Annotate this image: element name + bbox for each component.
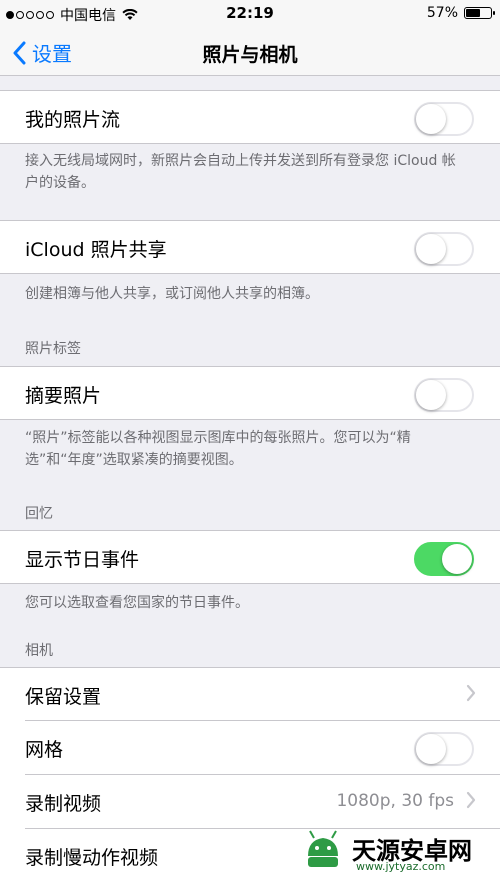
icloud-sharing-toggle[interactable] <box>414 232 474 266</box>
navigation-bar: 设置 照片与相机 <box>0 28 500 76</box>
page-title: 照片与相机 <box>202 44 298 66</box>
record-video-row[interactable]: 录制视频 1080p, 30 fps <box>0 775 500 829</box>
battery-icon <box>464 7 495 19</box>
record-video-value: 1080p, 30 fps <box>336 791 454 811</box>
summary-photos-label: 摘要照片 <box>25 385 102 407</box>
toggle-knob <box>416 734 446 764</box>
record-video-label: 录制视频 <box>25 793 102 815</box>
preserve-settings-label: 保留设置 <box>25 686 102 708</box>
grid-toggle[interactable] <box>414 732 474 766</box>
summary-photos-toggle[interactable] <box>414 378 474 412</box>
toggle-knob <box>416 104 446 134</box>
camera-header: 相机 <box>25 643 53 659</box>
status-right: 57% <box>426 5 495 21</box>
holiday-events-label: 显示节日事件 <box>25 549 140 571</box>
photos-tab-header: 照片标签 <box>25 341 81 357</box>
watermark-url: www.jytyaz.com <box>356 860 446 873</box>
grid-row[interactable]: 网格 <box>0 721 500 775</box>
icloud-sharing-label: iCloud 照片共享 <box>25 239 167 261</box>
status-bar: 中国电信 22:19 57% <box>0 0 500 28</box>
toggle-knob <box>416 234 446 264</box>
photo-stream-row[interactable]: 我的照片流 <box>0 90 500 144</box>
record-slomo-label: 录制慢动作视频 <box>25 847 159 869</box>
grid-label: 网格 <box>25 739 64 761</box>
preserve-settings-row[interactable]: 保留设置 <box>0 667 500 721</box>
toggle-knob <box>442 544 472 574</box>
status-time: 22:19 <box>226 4 274 22</box>
photos-tab-footer: “照片”标签能以各种视图显示图库中的每张照片。您可以为“精选”和“年度”选取紧凑… <box>25 430 411 468</box>
summary-photos-row[interactable]: 摘要照片 <box>0 366 500 420</box>
memories-footer: 您可以选取查看您国家的节日事件。 <box>25 595 249 611</box>
android-logo-icon <box>308 830 338 867</box>
photo-stream-footer: 接入无线局域网时，新照片会自动上传并发送到所有登录您 iCloud 帐户的设备。 <box>25 153 456 191</box>
holiday-events-toggle[interactable] <box>414 542 474 576</box>
holiday-events-row[interactable]: 显示节日事件 <box>0 530 500 584</box>
battery-fill <box>466 9 480 17</box>
photo-stream-label: 我的照片流 <box>25 109 121 131</box>
watermark: 天源安卓网 www.jytyaz.com <box>300 826 472 873</box>
chevron-right-icon <box>466 791 476 809</box>
battery-percentage: 57% <box>426 5 458 21</box>
toggle-knob <box>416 380 446 410</box>
memories-header: 回忆 <box>25 506 53 522</box>
photo-stream-toggle[interactable] <box>414 102 474 136</box>
icloud-sharing-footer: 创建相簿与他人共享，或订阅他人共享的相簿。 <box>25 286 319 302</box>
icloud-sharing-row[interactable]: iCloud 照片共享 <box>0 220 500 274</box>
chevron-right-icon <box>466 684 476 702</box>
